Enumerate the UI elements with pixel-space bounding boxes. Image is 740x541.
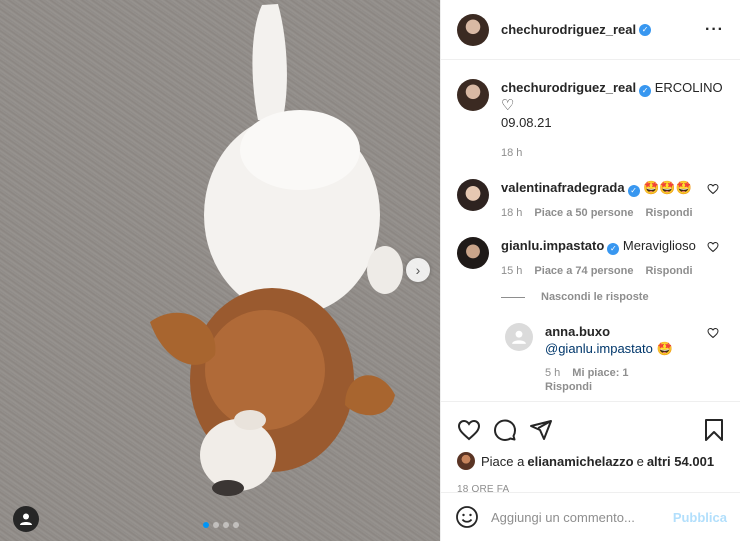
- comment-likes[interactable]: Piace a 74 persone: [534, 265, 633, 277]
- post-media[interactable]: ›: [0, 0, 440, 541]
- reply-emoji: 🤩: [656, 341, 673, 356]
- carousel-dots: [203, 522, 239, 528]
- publish-button[interactable]: Pubblica: [673, 510, 727, 525]
- comment-icon[interactable]: [493, 418, 517, 442]
- default-avatar-icon[interactable]: [505, 323, 533, 351]
- hide-replies-label[interactable]: Nascondi le risposte: [541, 291, 649, 303]
- caption-date: 09.08.21: [501, 115, 552, 130]
- liked-by-others[interactable]: altri 54.001: [647, 454, 714, 469]
- comment-likes[interactable]: Piace a 50 persone: [534, 207, 633, 219]
- verified-badge-icon: ✓: [639, 23, 652, 36]
- post-header: chechurodriguez_real ✓ ···: [441, 0, 740, 60]
- liked-by-prefix: Piace a: [481, 453, 525, 469]
- comments-list[interactable]: chechurodriguez_real ✓ ERCOLINO ♡ 09.08.2…: [441, 61, 740, 401]
- heart-icon[interactable]: [707, 241, 719, 253]
- reply-button[interactable]: Rispondi: [645, 265, 692, 277]
- comment-age: 18 h: [501, 207, 523, 219]
- comment-row: valentinafradegrada ✓ 🤩🤩🤩 18 h Piace a 50…: [457, 179, 725, 219]
- reply-age: 5 h: [545, 367, 561, 379]
- puppy-photo: [150, 4, 403, 496]
- commenter-avatar[interactable]: [457, 237, 489, 269]
- verified-badge-icon: ✓: [607, 243, 620, 255]
- liked-by-mid: e: [636, 453, 644, 469]
- carousel-dot: [213, 522, 219, 528]
- liked-by: Piace a elianamichelazzo e altri 54.001: [457, 452, 725, 470]
- author-avatar[interactable]: [457, 13, 489, 46]
- divider: [501, 296, 525, 298]
- next-arrow-icon[interactable]: ›: [406, 258, 430, 282]
- caption-heart: ♡: [501, 97, 515, 114]
- reply-mention[interactable]: @gianlu.impastato: [545, 341, 653, 356]
- reply-button[interactable]: Rispondi: [545, 381, 592, 393]
- carousel-dot: [223, 522, 229, 528]
- liker-avatar[interactable]: [457, 452, 475, 470]
- carousel-dot: [233, 522, 239, 528]
- post-panel: chechurodriguez_real ✓ ··· chechurodrigu…: [440, 0, 740, 541]
- comment-text: Meraviglioso: [622, 238, 696, 253]
- comment-text: 🤩🤩🤩: [643, 180, 692, 195]
- caption-username[interactable]: chechurodriguez_real: [501, 80, 636, 95]
- caption-row: chechurodriguez_real ✓ ERCOLINO ♡ 09.08.2…: [457, 79, 725, 159]
- heart-icon[interactable]: [707, 327, 719, 339]
- liked-by-user[interactable]: elianamichelazzo: [527, 454, 633, 469]
- emoji-icon[interactable]: [455, 505, 479, 529]
- comment-composer: Pubblica: [441, 492, 740, 541]
- comment-username[interactable]: valentinafradegrada: [501, 180, 625, 195]
- comment-username[interactable]: gianlu.impastato: [501, 238, 604, 253]
- heart-icon[interactable]: [457, 418, 481, 442]
- reply-button[interactable]: Rispondi: [645, 207, 692, 219]
- reply-username[interactable]: anna.buxo: [545, 324, 610, 339]
- author-avatar[interactable]: [457, 79, 489, 111]
- caption-text: ERCOLINO: [654, 80, 723, 95]
- commenter-avatar[interactable]: [457, 179, 489, 211]
- reply-likes[interactable]: Mi piace: 1: [572, 367, 628, 379]
- post-actions: Piace a elianamichelazzo e altri 54.001 …: [441, 401, 740, 495]
- share-icon[interactable]: [529, 418, 553, 442]
- verified-badge-icon: ✓: [627, 185, 640, 197]
- comment-age: 15 h: [501, 265, 523, 277]
- comment-row: gianlu.impastato ✓ Meraviglioso 15 h Piac…: [457, 237, 725, 277]
- caption-age: 18 h: [501, 147, 523, 159]
- user-tag-icon[interactable]: [13, 506, 39, 532]
- reply-row: anna.buxo @gianlu.impastato 🤩 5 h Mi pia…: [505, 323, 725, 393]
- author-username[interactable]: chechurodriguez_real: [501, 22, 636, 37]
- bookmark-icon[interactable]: [703, 418, 725, 442]
- comment-input[interactable]: [491, 509, 673, 525]
- verified-badge-icon: ✓: [639, 85, 652, 97]
- carousel-dot: [203, 522, 209, 528]
- more-options-icon[interactable]: ···: [705, 21, 724, 39]
- heart-icon[interactable]: [707, 183, 719, 195]
- hide-replies-toggle[interactable]: Nascondi le risposte: [501, 291, 725, 303]
